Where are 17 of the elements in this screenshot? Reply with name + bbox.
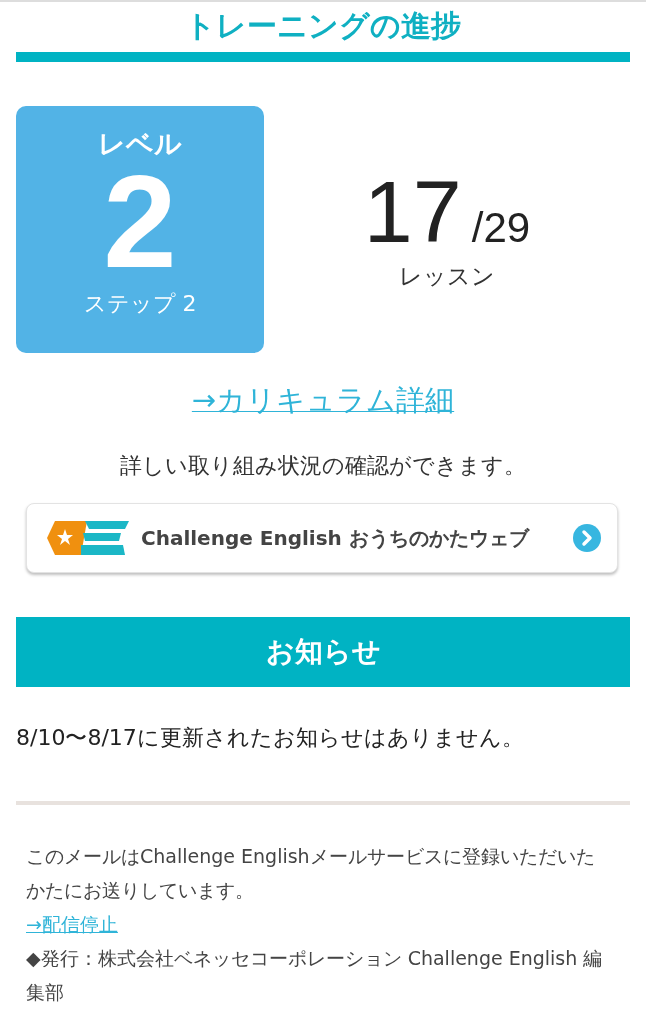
level-label: レベル [98,128,182,160]
step-label: ステップ 2 [83,290,197,318]
chevron-right-icon [573,524,601,552]
publisher-text: ◆発行：株式会社ベネッセコーポレーション Challenge English 編集部 [26,946,604,1005]
unsubscribe-link[interactable]: →配信停止 [26,907,118,941]
level-number: 2 [103,160,177,284]
notice-message: 8/10〜8/17に更新されたお知らせはありません。 [16,724,525,752]
curriculum-link[interactable]: →カリキュラム詳細 [191,383,455,417]
notice-header: お知らせ [16,617,630,687]
lessons-total: /29 [471,204,531,252]
lessons-unit: レッスン [399,262,495,291]
footer-note: このメールはChallenge Englishメールサービスに登録いただいたかたにお送りしています。 [26,844,596,903]
lessons-done: 17 [363,167,462,257]
star-logo-icon [47,519,129,557]
detail-text: 詳しい取り組み状況の確認ができます。 [119,452,527,480]
website-banner-button[interactable]: Challenge English おうちのかたウェブ [26,503,618,573]
section-title: トレーニングの進捗 [184,7,462,45]
